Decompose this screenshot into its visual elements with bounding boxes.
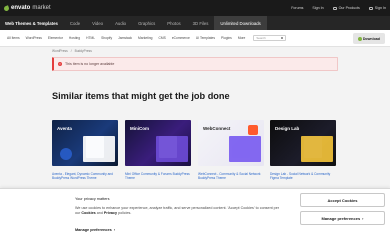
warning-icon: ! [58,62,62,66]
decorative-shape [60,148,72,160]
subnav-elementor[interactable]: Elementor [45,36,66,40]
breadcrumb-separator: / [70,49,72,53]
subnav-jamstack[interactable]: Jamstack [115,36,135,40]
subnav-plugins[interactable]: Plugins [218,36,235,40]
our-products-link[interactable]: Our Products [332,6,360,10]
page-title: Similar items that might get the job don… [52,91,230,101]
item-title-link[interactable]: Aventa - Elegant, Dynamic Community and … [52,172,118,180]
thumbnail-brand: Aventa [57,126,72,131]
subnav-shopify[interactable]: Shopify [98,36,115,40]
subnav-ecommerce[interactable]: eCommerce [169,36,193,40]
logo-name: envato [11,5,31,11]
item-card[interactable]: Design Lab [270,120,336,166]
subnav-html[interactable]: HTML [83,36,98,40]
breadcrumb: WordPress / BuddyPress [52,49,92,53]
search-placeholder: Search [256,36,266,40]
item-title-link[interactable]: Design Lab - Social Network & Community … [270,172,336,180]
category-video[interactable]: Video [86,16,109,30]
user-icon [368,6,373,10]
search-input[interactable]: Search [253,35,287,41]
top-right-links: Forums Sign In Our Products Sign In [291,0,386,16]
logo-suffix: market [32,5,51,11]
badge-icon [248,125,258,135]
screenshot-preview [229,136,261,162]
item-thumbnail[interactable]: Design Lab [270,120,336,166]
thumbnail-brand: Design Lab [275,126,300,131]
subcategory-nav: All Items WordPress Elementor Hosting HT… [0,30,390,47]
category-web-themes[interactable]: Web Themes & Templates [4,16,64,30]
subnav-marketing[interactable]: Marketing [135,36,155,40]
subnav-wordpress[interactable]: WordPress [23,36,45,40]
download-button[interactable]: Download [352,33,385,44]
breadcrumb-buddypress[interactable]: BuddyPress [75,49,92,53]
item-unavailable-alert: ! This item is no longer available [52,57,338,71]
download-icon [357,36,362,41]
category-graphics[interactable]: Graphics [132,16,161,30]
grid-icon [332,6,337,10]
signin-link[interactable]: Sign In [312,6,323,10]
privacy-policy-link[interactable]: Privacy [104,211,117,215]
envato-logo[interactable]: envato market [3,4,51,12]
cookie-title: Your privacy matters [75,197,110,201]
item-thumbnail[interactable]: Aventa [52,120,118,166]
screenshot-preview [301,136,333,162]
category-audio[interactable]: Audio [109,16,132,30]
category-unlimited-downloads[interactable]: Unlimited Downloads [214,16,267,30]
account-signin-link[interactable]: Sign In [368,6,386,10]
subnav-hosting[interactable]: Hosting [66,36,83,40]
cookies-policy-link[interactable]: Cookies [81,211,95,215]
item-title-link[interactable]: WebConnect - Community & Social Network … [198,172,264,180]
screenshot-preview [156,136,188,162]
subnav-ui-templates[interactable]: UI Templates [193,36,218,40]
item-card[interactable]: Aventa [52,120,118,166]
chevron-right-icon: › [113,228,115,232]
search-icon[interactable] [280,36,284,40]
breadcrumb-wordpress[interactable]: WordPress [52,49,68,53]
top-bar: envato market Forums Sign In Our Product… [0,0,390,16]
category-code[interactable]: Code [64,16,86,30]
manage-preferences-button[interactable]: Manage preferences › [300,211,385,225]
leaf-icon [3,4,10,12]
thumbnail-brand: WebConnect [203,126,231,131]
cookie-text: We use cookies to enhance your experienc… [75,206,279,216]
thumbnail-brand: MiniCom [130,126,149,131]
accept-cookies-button[interactable]: Accept Cookies [300,193,385,207]
subnav-more[interactable]: More [235,36,249,40]
subnav-all-items[interactable]: All Items [4,36,23,40]
category-photos[interactable]: Photos [161,16,186,30]
subnav-cms[interactable]: CMS [156,36,169,40]
forums-link[interactable]: Forums [291,6,303,10]
item-thumbnail[interactable]: MiniCom [125,120,191,166]
item-title-link[interactable]: Mini Office Community & Forums BuddyPres… [125,172,191,180]
category-bar: Web Themes & Templates Code Video Audio … [0,16,390,30]
chevron-right-icon: › [362,215,364,221]
manage-preferences-link[interactable]: Manage preferences › [75,228,115,232]
screenshot-preview [83,136,115,162]
alert-text: This item is no longer available [65,62,115,66]
item-card[interactable]: WebConnect [198,120,264,166]
item-card[interactable]: MiniCom [125,120,191,166]
category-3d-files[interactable]: 3D Files [187,16,215,30]
item-thumbnail[interactable]: WebConnect [198,120,264,166]
